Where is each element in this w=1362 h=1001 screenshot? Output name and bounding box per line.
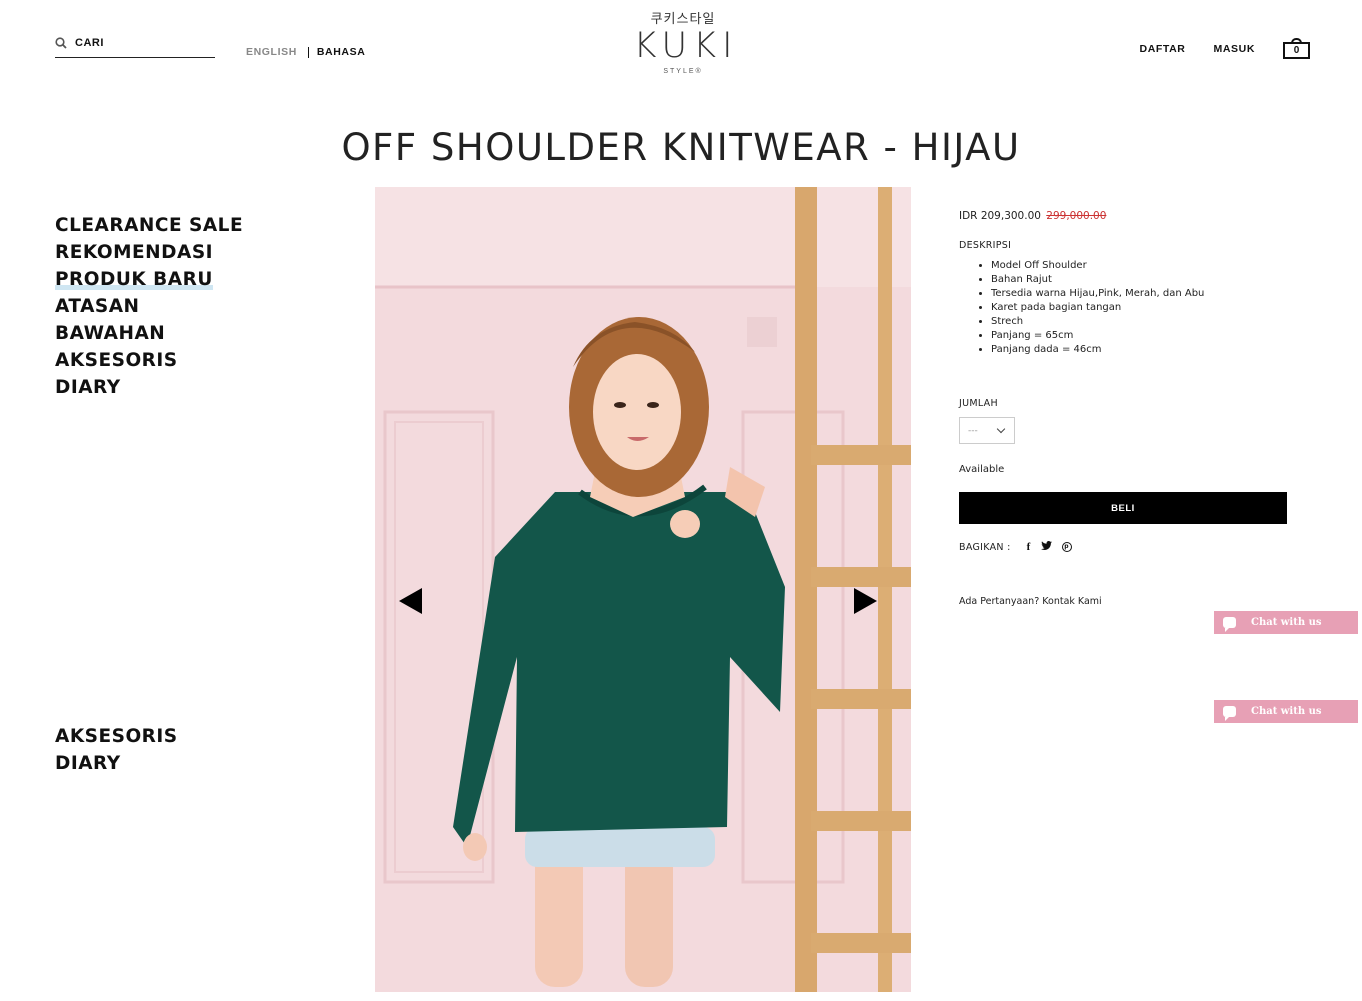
quantity-select[interactable]: --- bbox=[959, 417, 1015, 444]
cart-button[interactable]: 0 bbox=[1283, 38, 1310, 59]
menu-item-diary[interactable]: DIARY bbox=[55, 750, 178, 777]
category-menu: CLEARANCE SALE REKOMENDASI PRODUK BARU A… bbox=[55, 212, 243, 401]
description-label: DESKRIPSI bbox=[959, 240, 1012, 251]
menu-item-label: PRODUK BARU bbox=[55, 269, 213, 290]
logo-korean-text: 쿠키스타일 bbox=[650, 12, 716, 27]
quantity-value: --- bbox=[968, 425, 978, 436]
quantity-label: JUMLAH bbox=[959, 398, 998, 409]
price-original: 299,000.00 bbox=[1046, 210, 1107, 222]
language-switcher: ENGLISH BAHASA bbox=[246, 46, 365, 58]
description-item: Panjang dada = 46cm bbox=[991, 343, 1289, 357]
price: IDR 209,300.00 299,000.00 bbox=[959, 210, 1289, 222]
menu-item-clearance-sale[interactable]: CLEARANCE SALE bbox=[55, 212, 243, 239]
menu-item-diary[interactable]: DIARY bbox=[55, 374, 243, 401]
menu-item-atasan[interactable]: ATASAN bbox=[55, 293, 243, 320]
gallery-next-arrow-icon[interactable] bbox=[854, 588, 877, 614]
description-item: Tersedia warna Hijau,Pink, Merah, dan Ab… bbox=[991, 287, 1289, 301]
share-icons: f p bbox=[1017, 541, 1072, 553]
twitter-icon[interactable] bbox=[1040, 541, 1052, 553]
description-item: Model Off Shoulder bbox=[991, 259, 1289, 273]
language-english-link[interactable]: ENGLISH bbox=[246, 46, 297, 58]
description-item: Panjang = 65cm bbox=[991, 329, 1289, 343]
description-item: Strech bbox=[991, 315, 1289, 329]
buy-button[interactable]: BELI bbox=[959, 492, 1287, 524]
facebook-icon[interactable]: f bbox=[1027, 541, 1031, 553]
category-menu-secondary: AKSESORIS DIARY bbox=[55, 723, 178, 777]
cart-count: 0 bbox=[1283, 42, 1310, 59]
chat-bubble-icon bbox=[1223, 706, 1236, 721]
search-bar bbox=[55, 34, 215, 58]
chat-widget-button[interactable]: Chat with us bbox=[1214, 611, 1358, 634]
pinterest-icon[interactable]: p bbox=[1061, 542, 1072, 552]
availability-status: Available bbox=[959, 464, 1005, 475]
product-title: OFF SHOULDER KNITWEAR - HIJAU bbox=[341, 126, 1021, 169]
description-list: Model Off Shoulder Bahan Rajut Tersedia … bbox=[959, 259, 1289, 357]
menu-item-rekomendasi[interactable]: REKOMENDASI bbox=[55, 239, 243, 266]
contact-link[interactable]: Ada Pertanyaan? Kontak Kami bbox=[959, 596, 1102, 607]
product-info: IDR 209,300.00 299,000.00 DESKRIPSI Mode… bbox=[959, 210, 1289, 607]
language-bahasa-link[interactable]: BAHASA bbox=[317, 46, 366, 58]
chat-bubble-icon bbox=[1223, 617, 1236, 632]
search-icon[interactable] bbox=[55, 37, 67, 49]
share-section: BAGIKAN : f p bbox=[959, 541, 1072, 553]
logo-wordmark: KUKI bbox=[633, 26, 739, 66]
gallery-prev-arrow-icon[interactable] bbox=[399, 588, 422, 614]
chat-label: Chat with us bbox=[1251, 706, 1322, 717]
menu-item-aksesoris[interactable]: AKSESORIS bbox=[55, 723, 178, 750]
register-link[interactable]: DAFTAR bbox=[1140, 43, 1186, 55]
account-nav: DAFTAR MASUK 0 bbox=[1112, 38, 1310, 59]
share-label: BAGIKAN : bbox=[959, 541, 1011, 553]
search-input[interactable] bbox=[75, 34, 213, 52]
chat-widget-button[interactable]: Chat with us bbox=[1214, 700, 1358, 723]
language-divider bbox=[307, 46, 309, 58]
price-current: IDR 209,300.00 bbox=[959, 210, 1041, 222]
product-image[interactable] bbox=[375, 187, 911, 992]
login-link[interactable]: MASUK bbox=[1214, 43, 1256, 55]
product-photo bbox=[375, 187, 911, 992]
chevron-down-icon bbox=[996, 424, 1006, 434]
site-logo[interactable]: 쿠키스타일 KUKI STYLE® bbox=[610, 8, 756, 84]
logo-subtitle: STYLE® bbox=[663, 68, 703, 75]
menu-item-aksesoris[interactable]: AKSESORIS bbox=[55, 347, 243, 374]
description-item: Bahan Rajut bbox=[991, 273, 1289, 287]
menu-item-produk-baru[interactable]: PRODUK BARU bbox=[55, 266, 243, 293]
chat-label: Chat with us bbox=[1251, 617, 1322, 628]
menu-item-bawahan[interactable]: BAWAHAN bbox=[55, 320, 243, 347]
description-item: Karet pada bagian tangan bbox=[991, 301, 1289, 315]
